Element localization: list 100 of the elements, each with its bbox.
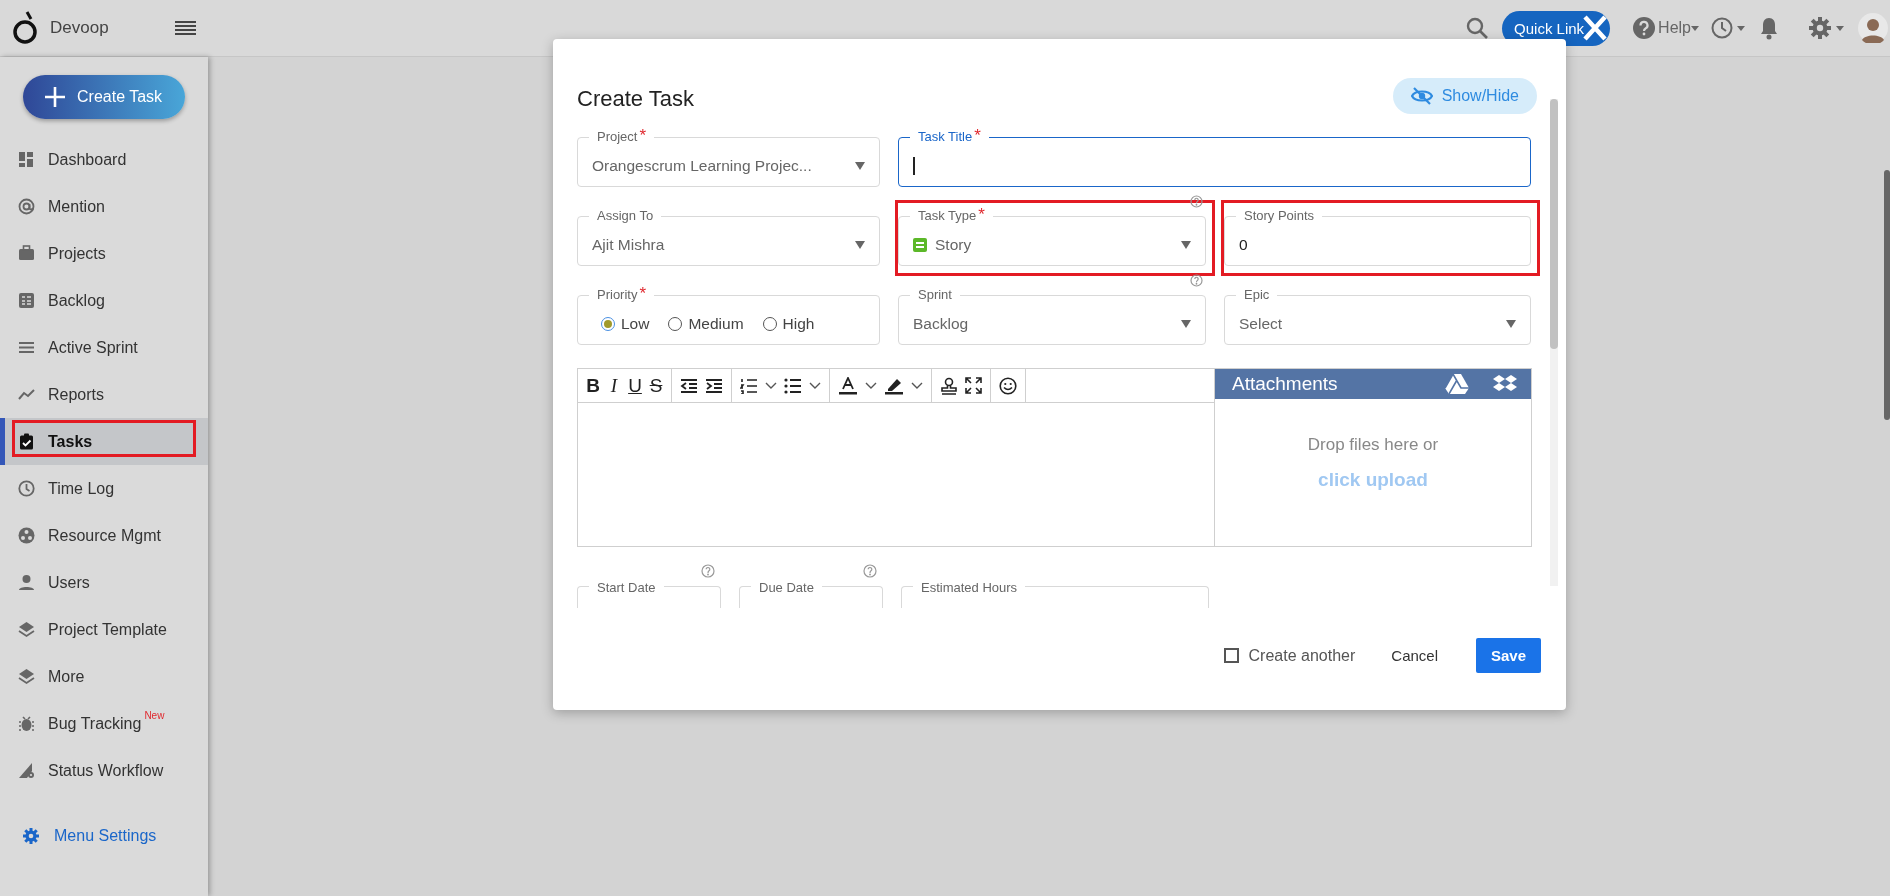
font-color-icon[interactable] [838,376,858,395]
caret-icon [855,241,865,249]
item-label: Dashboard [48,150,127,169]
fullscreen-icon[interactable] [965,377,982,394]
settings-icon [22,826,40,845]
brand-name: Devoop [50,18,110,38]
clock-icon[interactable] [1711,17,1733,39]
radio-option[interactable]: High [762,315,815,333]
numbered-list-icon[interactable] [740,377,758,394]
plus-icon [45,87,65,107]
item-label: Backlog [48,291,105,310]
dialog-title: Create Task [577,86,694,112]
outdent-icon[interactable] [680,377,698,394]
grid-icon [18,151,35,168]
radio-option[interactable]: Medium [668,315,744,333]
bell-icon[interactable] [1758,16,1780,40]
sidebar-item[interactable]: Tasks [0,418,208,465]
cancel-button[interactable]: Cancel [1391,639,1438,672]
sidebar-item[interactable]: Reports [0,371,208,418]
emoji-icon[interactable] [999,376,1017,395]
menu-settings-label: Menu Settings [54,826,157,845]
layers-icon [18,668,35,685]
list-icon [18,292,35,309]
help-icon[interactable] [1633,17,1656,39]
bullet-list-icon[interactable] [784,377,802,394]
checkbox-label: Create another [1248,646,1356,665]
drop-zone[interactable]: Drop files here or click upload [1215,399,1531,546]
triangle-gear-icon [18,762,35,779]
triangle-icon[interactable] [1445,374,1469,394]
help-icon[interactable] [1190,274,1203,287]
chevron-down-icon[interactable] [765,381,777,390]
logo-icon [12,11,38,45]
help-menu[interactable]: Help [1658,19,1691,37]
chevron-down-icon[interactable] [865,381,877,390]
field-label: Priority [597,287,638,302]
box-icon[interactable] [1493,374,1517,394]
sidebar-item[interactable]: Project Template [0,606,208,653]
chevron-down-icon[interactable] [809,381,821,390]
required-mark: * [974,129,981,143]
item-label: More [48,667,85,686]
scrollbar[interactable] [1884,170,1890,420]
format-button[interactable]: I [607,374,621,397]
layers-icon [18,621,35,638]
caret-icon [1506,320,1516,328]
bug-icon [18,715,35,732]
indent-icon[interactable] [705,377,723,394]
sidebar-item[interactable]: Backlog [0,277,208,324]
item-label: Project Template [48,620,167,639]
drop-text: Drop files here or [1307,435,1439,455]
format-button[interactable]: U [628,374,642,397]
help-icon[interactable] [1190,195,1203,208]
avatar-icon[interactable] [1858,13,1888,43]
caret-icon [1181,241,1191,249]
item-label: Tasks [48,432,93,451]
clipboard-icon [18,433,35,450]
chevron-down-icon[interactable] [911,381,923,390]
caret-icon [1737,25,1745,31]
format-button[interactable]: B [586,374,600,397]
at-sign-icon [18,198,35,215]
clock-icon [18,480,35,497]
checkbox[interactable] [1223,648,1239,663]
sidebar-item[interactable]: Resource Mgmt [0,512,208,559]
person-icon [18,574,35,591]
radio-option[interactable]: Low [601,315,650,333]
sidebar-item[interactable]: Mention [0,183,208,230]
caret-icon [1691,25,1699,31]
sidebar-item[interactable]: Projects [0,230,208,277]
scrollbar[interactable] [1550,99,1558,586]
caret-icon [1836,25,1844,31]
caret-icon [855,162,865,170]
attachments-title: Attachments [1232,373,1339,395]
format-button[interactable]: S [649,374,663,397]
sidebar-item[interactable]: More [0,653,208,700]
close-icon[interactable] [1583,14,1608,41]
menu-settings-link[interactable]: Menu Settings [0,812,208,859]
item-label: Status Workflow [48,761,164,780]
sidebar-item[interactable]: Status Workflow [0,747,208,794]
help-icon[interactable] [701,564,715,578]
item-label: Resource Mgmt [48,526,161,545]
item-label: Active Sprint [48,338,138,357]
search-icon[interactable] [1465,16,1490,40]
save-button[interactable]: Save [1476,638,1541,673]
bars-icon [18,339,35,356]
new-label: New [144,710,165,721]
stamp-icon[interactable] [940,376,958,395]
dots-circle-icon [18,527,35,544]
eye-slash-icon [1410,87,1433,105]
highlighter-icon[interactable] [884,376,904,395]
text-cursor [913,157,915,175]
settings-icon[interactable] [1808,16,1832,40]
sidebar-item[interactable]: Dashboard [0,136,208,183]
sidebar-item[interactable]: Time Log [0,465,208,512]
menu-icon[interactable] [175,20,196,36]
create-task-button[interactable]: Create Task [23,75,185,119]
create-another-option[interactable]: Create another [1223,646,1356,665]
item-label: Projects [48,244,106,263]
help-icon[interactable] [863,564,877,578]
quick-link-button[interactable]: Quick Link [1502,10,1611,46]
sidebar-item[interactable]: Active Sprint [0,324,208,371]
sidebar-item[interactable]: Users [0,559,208,606]
